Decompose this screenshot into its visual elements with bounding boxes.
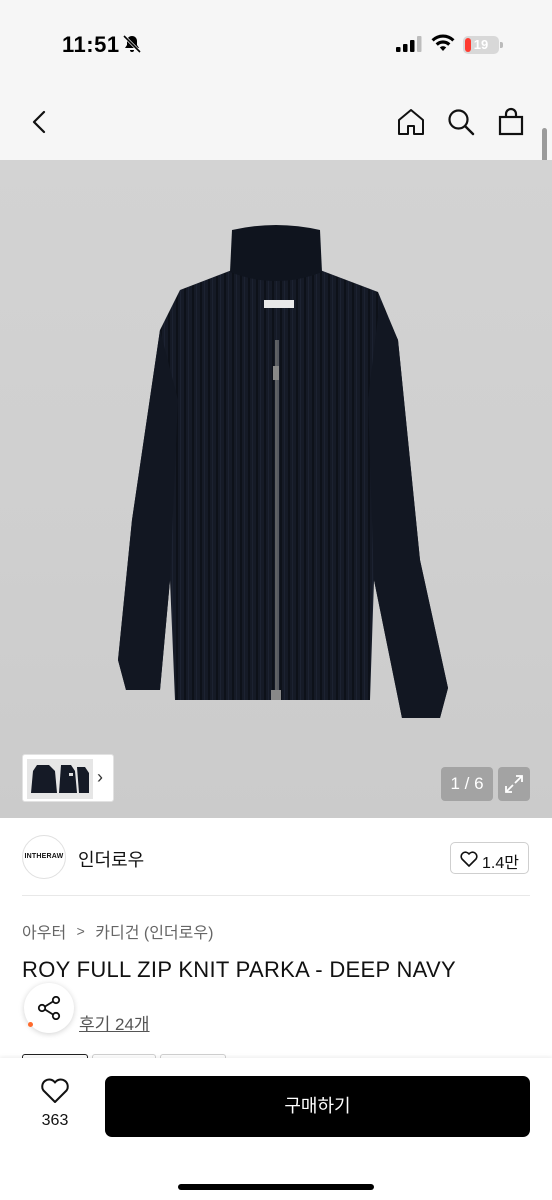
breadcrumb-subcategory[interactable]: 카디건 (인더로우) [95, 925, 213, 942]
wifi-icon [431, 34, 455, 51]
product-title: ROY FULL ZIP KNIT PARKA - DEEP NAVY [22, 957, 456, 982]
bell-slash-icon [122, 34, 142, 54]
battery-percentage: 19 [473, 37, 489, 52]
share-icon [37, 996, 61, 1020]
breadcrumb: 아우터 > 카디건 (인더로우) [22, 919, 213, 943]
heart-icon [41, 1078, 69, 1103]
wishlist-button[interactable]: 363 [24, 1078, 86, 1138]
divider [22, 895, 530, 896]
brand-name[interactable]: 인더로우 [78, 846, 144, 872]
search-icon[interactable] [445, 106, 477, 138]
heart-icon [460, 851, 478, 867]
status-time: 11:51 [62, 32, 120, 57]
breadcrumb-separator: > [76, 923, 85, 939]
thumbnail-image [27, 759, 93, 799]
brand-like-count: 1.4만 [482, 855, 519, 872]
product-photo [118, 225, 448, 718]
home-indicator [178, 1184, 374, 1190]
top-navigation [0, 92, 552, 160]
brand-row: INTHERAW 인더로우 1.4만 [0, 818, 552, 896]
thumbnail-strip[interactable]: › [22, 754, 114, 802]
cellular-signal-icon [396, 36, 422, 52]
review-link[interactable]: 후기 24개 [79, 1010, 150, 1035]
shopping-bag-icon[interactable] [495, 106, 527, 138]
image-counter: 1 / 6 [441, 767, 493, 801]
chevron-right-icon[interactable]: › [97, 767, 103, 788]
breadcrumb-category[interactable]: 아우터 [22, 925, 66, 942]
rating-star-icon [28, 1022, 33, 1027]
brand-like-button[interactable]: 1.4만 [450, 842, 529, 874]
buy-button[interactable]: 구매하기 [105, 1076, 530, 1137]
brand-logo[interactable]: INTHERAW [22, 835, 66, 879]
status-bar: 11:51 19 [0, 0, 552, 92]
expand-icon[interactable] [498, 767, 530, 801]
wishlist-count: 363 [41, 1112, 69, 1129]
product-image-gallery[interactable]: › 1 / 6 [0, 160, 552, 818]
chevron-left-icon[interactable] [24, 106, 56, 138]
battery-icon: 19 [463, 36, 503, 54]
home-icon[interactable] [395, 106, 427, 138]
bottom-action-bar: 363 구매하기 [0, 1058, 552, 1200]
